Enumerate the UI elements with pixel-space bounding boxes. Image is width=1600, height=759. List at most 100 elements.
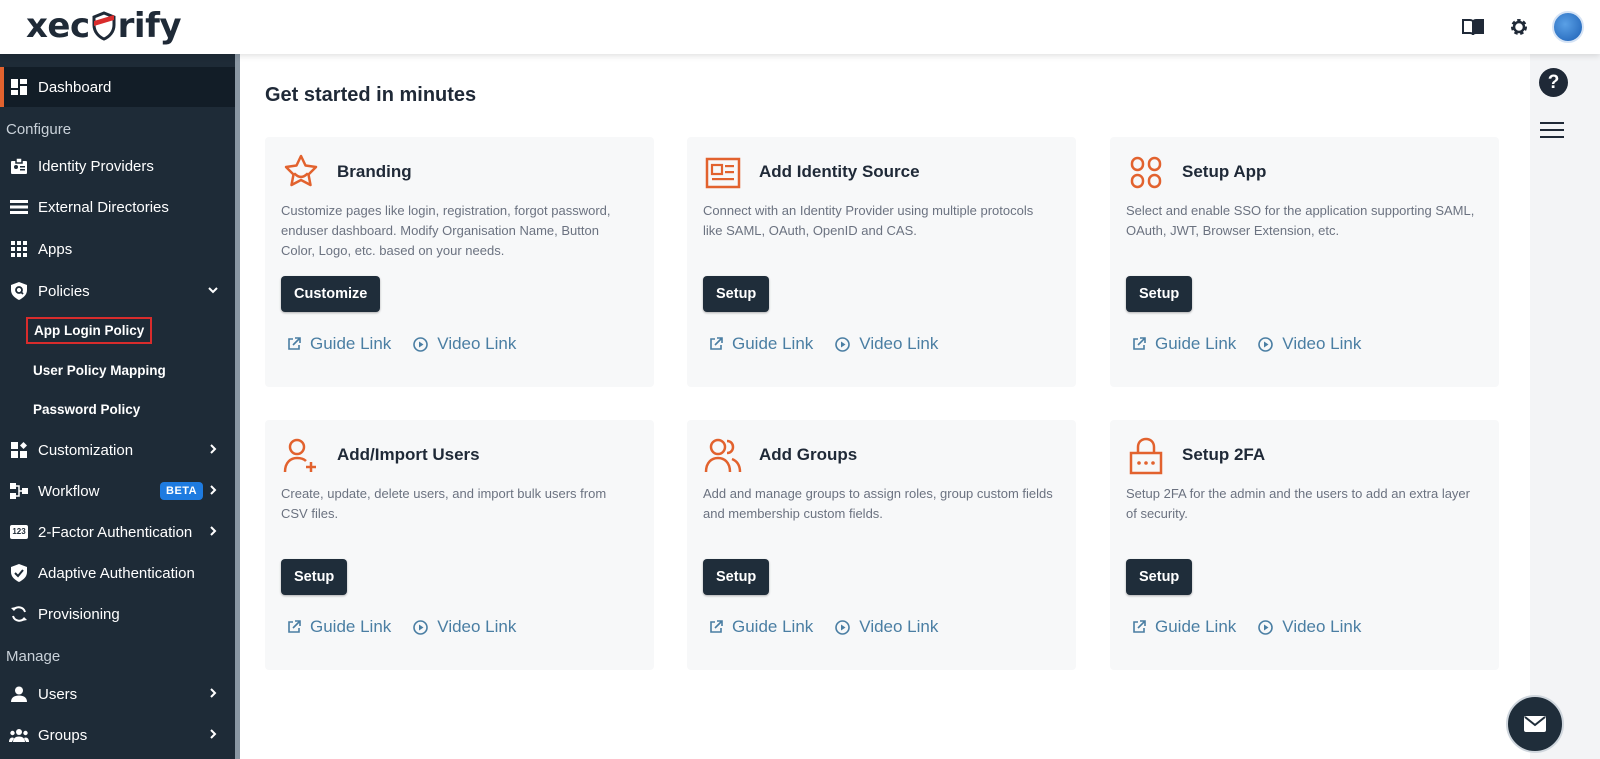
sidebar: Dashboard Configure Identity Providers E… xyxy=(0,54,240,759)
card-branding: Branding Customize pages like login, reg… xyxy=(265,137,654,387)
guide-link[interactable]: Guide Link xyxy=(709,334,813,354)
video-link-label: Video Link xyxy=(1282,617,1362,636)
setup-button[interactable]: Setup xyxy=(1126,559,1193,595)
card-links: Guide Link Video Link xyxy=(709,334,938,354)
external-link-icon xyxy=(288,620,301,633)
shield-check-icon xyxy=(9,563,29,583)
beta-badge: BETA xyxy=(160,482,204,500)
guide-link[interactable]: Guide Link xyxy=(709,617,813,637)
id-badge-icon xyxy=(9,156,29,176)
video-link[interactable]: Video Link xyxy=(835,617,938,637)
play-circle-icon xyxy=(413,336,429,352)
card-title: Setup 2FA xyxy=(1182,445,1266,464)
sidebar-item-groups[interactable]: Groups xyxy=(0,715,235,755)
sidebar-item-external-directories[interactable]: External Directories xyxy=(0,187,235,227)
page-title: Get started in minutes xyxy=(265,84,477,106)
book-icon[interactable] xyxy=(1460,14,1486,40)
list-icon xyxy=(9,197,29,217)
card-title: Add Groups xyxy=(759,445,858,464)
dashboard-icon xyxy=(9,77,29,97)
mail-icon xyxy=(1524,716,1546,732)
customize-button[interactable]: Customize xyxy=(281,276,381,312)
sidebar-item-workflow[interactable]: Workflow BETA xyxy=(0,471,235,511)
sidebar-subitem-app-login-policy[interactable]: App Login Policy xyxy=(26,317,153,344)
setup-button[interactable]: Setup xyxy=(1126,276,1193,312)
right-rail: ? xyxy=(1530,54,1600,759)
card-links: Guide Link Video Link xyxy=(1132,334,1361,354)
play-circle-icon xyxy=(835,619,851,635)
sidebar-subitem-user-policy-mapping[interactable]: User Policy Mapping xyxy=(33,363,166,378)
card-description: Select and enable SSO for the applicatio… xyxy=(1126,203,1475,238)
sidebar-item-label: Identity Providers xyxy=(38,157,154,175)
video-link[interactable]: Video Link xyxy=(413,334,516,354)
guide-link[interactable]: Guide Link xyxy=(287,334,391,354)
avatar[interactable] xyxy=(1552,11,1584,43)
chevron-right-icon xyxy=(207,524,219,541)
section-manage: Manage xyxy=(6,648,61,665)
logo-text-end: rify xyxy=(117,6,182,46)
logo-text-start: xec xyxy=(26,6,90,46)
chat-mail-button[interactable] xyxy=(1506,695,1564,753)
section-configure: Configure xyxy=(6,121,72,138)
play-circle-icon xyxy=(1258,336,1274,352)
video-link-label: Video Link xyxy=(1282,334,1362,353)
sidebar-item-2fa[interactable]: 123 2-Factor Authentication xyxy=(0,512,235,552)
setup-button[interactable]: Setup xyxy=(703,276,770,312)
hamburger-menu-icon[interactable] xyxy=(1540,122,1564,143)
logo[interactable]: xec rify xyxy=(26,6,182,46)
video-link[interactable]: Video Link xyxy=(835,334,938,354)
chevron-right-icon xyxy=(207,442,219,459)
chevron-right-icon xyxy=(207,727,219,744)
play-circle-icon xyxy=(413,619,429,635)
users-group-icon xyxy=(704,438,742,473)
play-circle-icon xyxy=(835,336,851,352)
video-link[interactable]: Video Link xyxy=(413,617,516,637)
sidebar-item-users[interactable]: Users xyxy=(0,674,235,714)
play-circle-icon xyxy=(1258,619,1274,635)
card-title: Branding xyxy=(337,162,412,181)
user-icon xyxy=(9,684,29,704)
setup-button[interactable]: Setup xyxy=(281,559,348,595)
card-links: Guide Link Video Link xyxy=(287,334,516,354)
sidebar-item-dashboard[interactable]: Dashboard xyxy=(0,67,235,107)
two-factor-icon-text: 123 xyxy=(10,525,28,539)
setup-button[interactable]: Setup xyxy=(703,559,770,595)
sidebar-item-label: Adaptive Authentication xyxy=(38,564,195,582)
chevron-right-icon xyxy=(207,483,219,500)
video-link-label: Video Link xyxy=(437,617,517,636)
card-setup-2fa: Setup 2FA Setup 2FA for the admin and th… xyxy=(1110,420,1499,670)
guide-link-label: Guide Link xyxy=(310,334,392,353)
top-icons xyxy=(1460,11,1584,43)
sidebar-item-apps[interactable]: Apps xyxy=(0,229,235,269)
sidebar-item-label: Provisioning xyxy=(38,605,120,623)
guide-link[interactable]: Guide Link xyxy=(1132,334,1236,354)
star-badge-icon xyxy=(284,154,318,187)
card-description: Create, update, delete users, and import… xyxy=(281,486,607,521)
sidebar-item-identity-providers[interactable]: Identity Providers xyxy=(0,146,235,186)
guide-link[interactable]: Guide Link xyxy=(1132,617,1236,637)
sidebar-item-customization[interactable]: Customization xyxy=(0,430,235,470)
sidebar-item-adaptive-authentication[interactable]: Adaptive Authentication xyxy=(0,553,235,593)
card-title: Add/Import Users xyxy=(337,445,480,464)
help-button[interactable]: ? xyxy=(1539,68,1568,97)
command-apps-icon xyxy=(1130,156,1162,189)
card-description: Setup 2FA for the admin and the users to… xyxy=(1126,486,1470,521)
sidebar-item-provisioning[interactable]: Provisioning xyxy=(0,594,235,634)
card-links: Guide Link Video Link xyxy=(709,617,938,637)
top-bar: xec rify xyxy=(0,0,1600,54)
video-link[interactable]: Video Link xyxy=(1258,334,1361,354)
card-add-groups: Add Groups Add and manage groups to assi… xyxy=(687,420,1076,670)
gear-icon[interactable] xyxy=(1506,14,1532,40)
sidebar-item-policies[interactable]: Policies xyxy=(0,271,235,311)
grid-icon xyxy=(9,239,29,259)
shield-logo-icon xyxy=(92,11,116,41)
video-link[interactable]: Video Link xyxy=(1258,617,1361,637)
guide-link[interactable]: Guide Link xyxy=(287,617,391,637)
sidebar-subitem-password-policy[interactable]: Password Policy xyxy=(33,402,140,417)
sidebar-item-label: Groups xyxy=(38,726,88,744)
card-description: Connect with an Identity Provider using … xyxy=(703,203,1034,238)
external-link-icon xyxy=(1133,337,1146,350)
users-group-icon xyxy=(9,725,29,745)
external-link-icon xyxy=(1133,620,1146,633)
workflow-icon xyxy=(9,481,29,501)
